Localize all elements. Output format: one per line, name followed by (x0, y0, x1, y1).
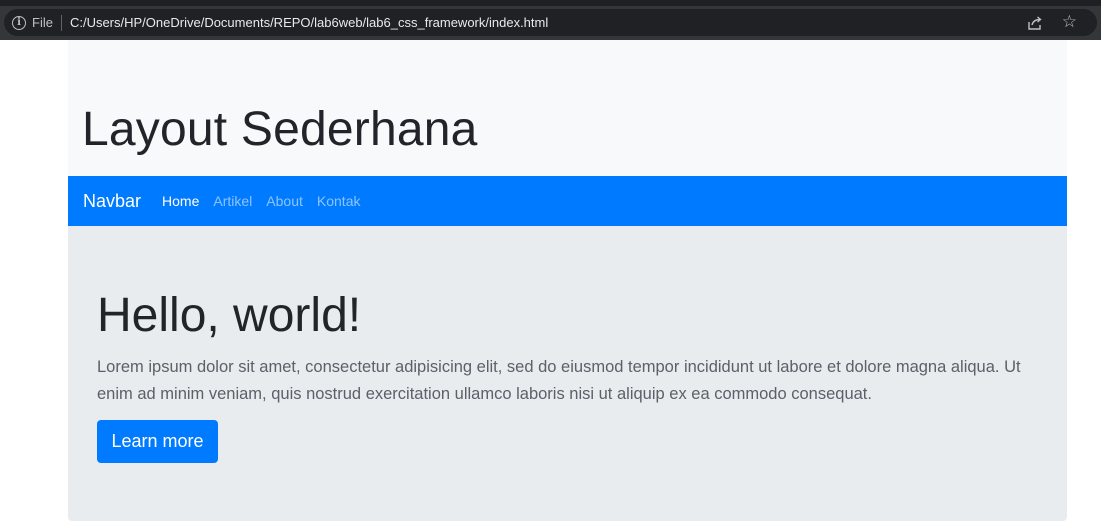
jumbotron: Hello, world! Lorem ipsum dolor sit amet… (68, 226, 1067, 521)
jumbotron-title: Hello, world! (97, 289, 362, 342)
nav-link-home[interactable]: Home (162, 193, 199, 209)
info-icon[interactable]: i (12, 15, 26, 30)
page-header: Layout Sederhana (68, 40, 1067, 176)
nav-link-kontak[interactable]: Kontak (317, 193, 361, 209)
nav-link-about[interactable]: About (266, 193, 303, 209)
address-bar[interactable]: i File C:/Users/HP/OneDrive/Documents/RE… (4, 9, 1097, 36)
url-text[interactable]: C:/Users/HP/OneDrive/Documents/REPO/lab6… (70, 15, 548, 30)
share-icon[interactable] (1027, 15, 1043, 31)
jumbotron-lead: Lorem ipsum dolor sit amet, consectetur … (97, 358, 1021, 403)
learn-more-button[interactable]: Learn more (97, 420, 218, 463)
address-divider (60, 14, 62, 31)
file-scheme-label: File (32, 15, 53, 30)
page-title: Layout Sederhana (82, 103, 478, 156)
navbar: Navbar Home Artikel About Kontak (68, 176, 1067, 226)
star-icon[interactable]: ☆ (1062, 13, 1077, 31)
navbar-brand[interactable]: Navbar (83, 191, 141, 212)
nav-link-artikel[interactable]: Artikel (213, 193, 252, 209)
browser-toolbar: i File C:/Users/HP/OneDrive/Documents/RE… (0, 6, 1101, 40)
page-container: Layout Sederhana Navbar Home Artikel Abo… (68, 40, 1067, 523)
